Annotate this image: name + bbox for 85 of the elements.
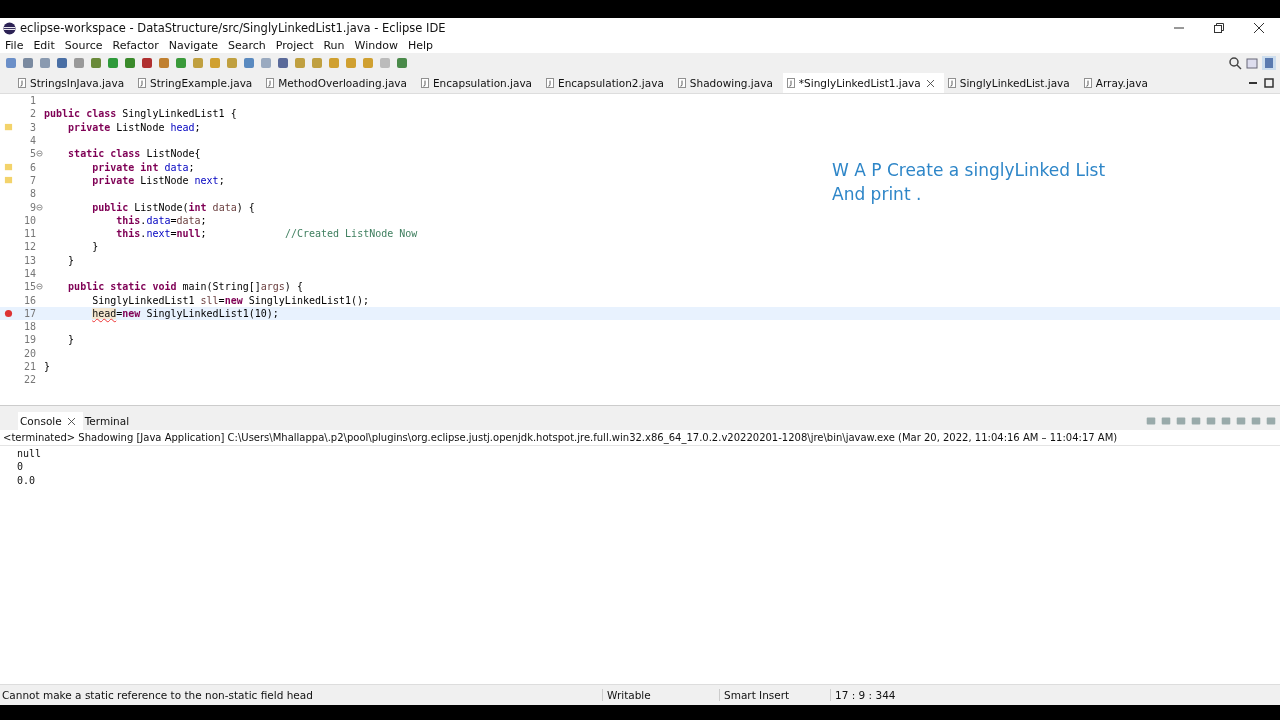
line-number: 7 (28, 174, 36, 186)
console-header: <terminated> Shadowing [Java Application] C:\Users\Mhallappa\.p2\pool\plugins\org.eclipse.justj.openjdk.hotspot.jre.full.win32.x86_64_17.0.2.v20220201-1208\jre\bin\javaw.exe (Mar 20, 2022, 11:04:16 AM – 11:04:17 AM) (0, 430, 1280, 446)
menu-item[interactable]: Source (64, 39, 103, 52)
menu-item[interactable]: Window (354, 39, 398, 52)
editor-tab[interactable]: MethodOverloading.java (262, 73, 417, 93)
menu-item[interactable]: File (5, 39, 24, 52)
java-file-icon (138, 78, 147, 88)
line-number: 2 (28, 108, 36, 120)
code-line: this.data=data; (115, 214, 207, 226)
code-line: private ListNode next; (91, 174, 225, 186)
eclipse-logo-icon (3, 21, 16, 35)
code-line: private ListNode head; (67, 121, 201, 133)
menu-item[interactable]: Run (323, 39, 345, 52)
menu-item[interactable]: Edit (33, 39, 55, 52)
code-line: public ListNode(int data) { (91, 201, 255, 213)
fold-icon[interactable] (36, 203, 43, 211)
java-file-icon (18, 78, 26, 88)
editor-tab[interactable]: Array.java (1079, 73, 1158, 93)
code-line: private int data; (91, 161, 195, 173)
java-file-icon (677, 78, 686, 88)
line-number: 19 (22, 334, 36, 346)
console-output-line: 0 (17, 461, 25, 475)
editor-tab[interactable]: Shadowing.java (673, 73, 783, 93)
console-output-line: 0.0 (17, 474, 37, 488)
editor-tab[interactable]: *SinglyLinkedList1.java (782, 73, 944, 93)
line-number: 21 (22, 361, 36, 373)
java-perspective-icon[interactable] (1262, 56, 1276, 70)
code-line: } (91, 241, 99, 253)
editor-mode: Writable (602, 689, 719, 701)
status-message: Cannot make a static reference to the non-static field head (1, 689, 314, 701)
menu-item[interactable]: Search (228, 39, 266, 52)
line-number: 22 (22, 374, 36, 386)
editor-tab[interactable]: StringExample.java (134, 73, 263, 93)
line-number: 9 (28, 201, 36, 213)
code-line: } (67, 334, 75, 346)
code-line: } (67, 254, 75, 266)
line-number: 6 (28, 161, 36, 173)
line-number: 16 (22, 294, 36, 306)
line-number: 15 (22, 281, 36, 293)
code-line: head=new SinglyLinkedList1(10); (91, 307, 279, 319)
java-file-icon (420, 78, 429, 88)
code-line: public class SinglyLinkedList1 { (44, 108, 237, 120)
search-icon[interactable] (1228, 56, 1242, 70)
java-file-icon (546, 78, 555, 88)
line-number: 3 (28, 121, 36, 133)
line-number: 4 (28, 135, 36, 147)
line-number: 11 (22, 228, 36, 240)
fold-icon[interactable] (36, 150, 43, 158)
java-file-icon (1083, 78, 1092, 88)
insert-mode: Smart Insert (719, 689, 830, 701)
code-line: public static void main(String[]args) { (67, 281, 303, 293)
fold-icon[interactable] (36, 283, 43, 291)
line-number: 20 (22, 347, 36, 359)
window-title: eclipse-workspace - DataStructure/src/SinglyLinkedList1.java - Eclipse IDE (20, 21, 446, 35)
annotation-text: W A P Create a singlyLinked List And print . (832, 159, 1107, 206)
line-number: 12 (22, 241, 36, 253)
line-number: 17 (22, 307, 36, 319)
console-output-line: null (17, 448, 43, 461)
cursor-position: 17 : 9 : 344 (830, 689, 925, 701)
line-number: 13 (22, 254, 36, 266)
java-file-icon (786, 78, 795, 88)
code-line: this.next=null; //Created ListNode Now (115, 228, 418, 240)
view-tab[interactable]: Terminal (82, 412, 138, 430)
editor-tab[interactable]: SinglyLinkedList.java (943, 73, 1080, 93)
java-file-icon (266, 78, 275, 88)
editor-tab[interactable]: Encapsulation.java (416, 73, 543, 93)
editor-tab[interactable]: Encapsulation2.java (542, 73, 674, 93)
line-number: 18 (22, 321, 36, 333)
line-number: 14 (22, 268, 36, 279)
menu-item[interactable]: Refactor (112, 39, 159, 52)
restore-icon[interactable] (1214, 23, 1224, 33)
menu-item[interactable]: Navigate (168, 39, 218, 52)
view-tab[interactable]: Console (18, 412, 83, 430)
code-line: } (44, 361, 51, 373)
editor-tab[interactable]: StringsInJava.java (14, 73, 135, 93)
java-file-icon (947, 78, 956, 88)
code-line: SinglyLinkedList1 sll=new SinglyLinkedList1(); (91, 294, 370, 306)
line-number: 1 (28, 95, 36, 107)
line-number: 10 (22, 214, 36, 226)
code-line: static class ListNode{ (67, 148, 201, 160)
line-number: 8 (28, 188, 36, 200)
maximize-icon[interactable] (1264, 78, 1274, 88)
line-number: 5 (28, 148, 36, 160)
menu-item[interactable]: Help (407, 39, 433, 52)
menu-item[interactable]: Project (275, 39, 314, 52)
